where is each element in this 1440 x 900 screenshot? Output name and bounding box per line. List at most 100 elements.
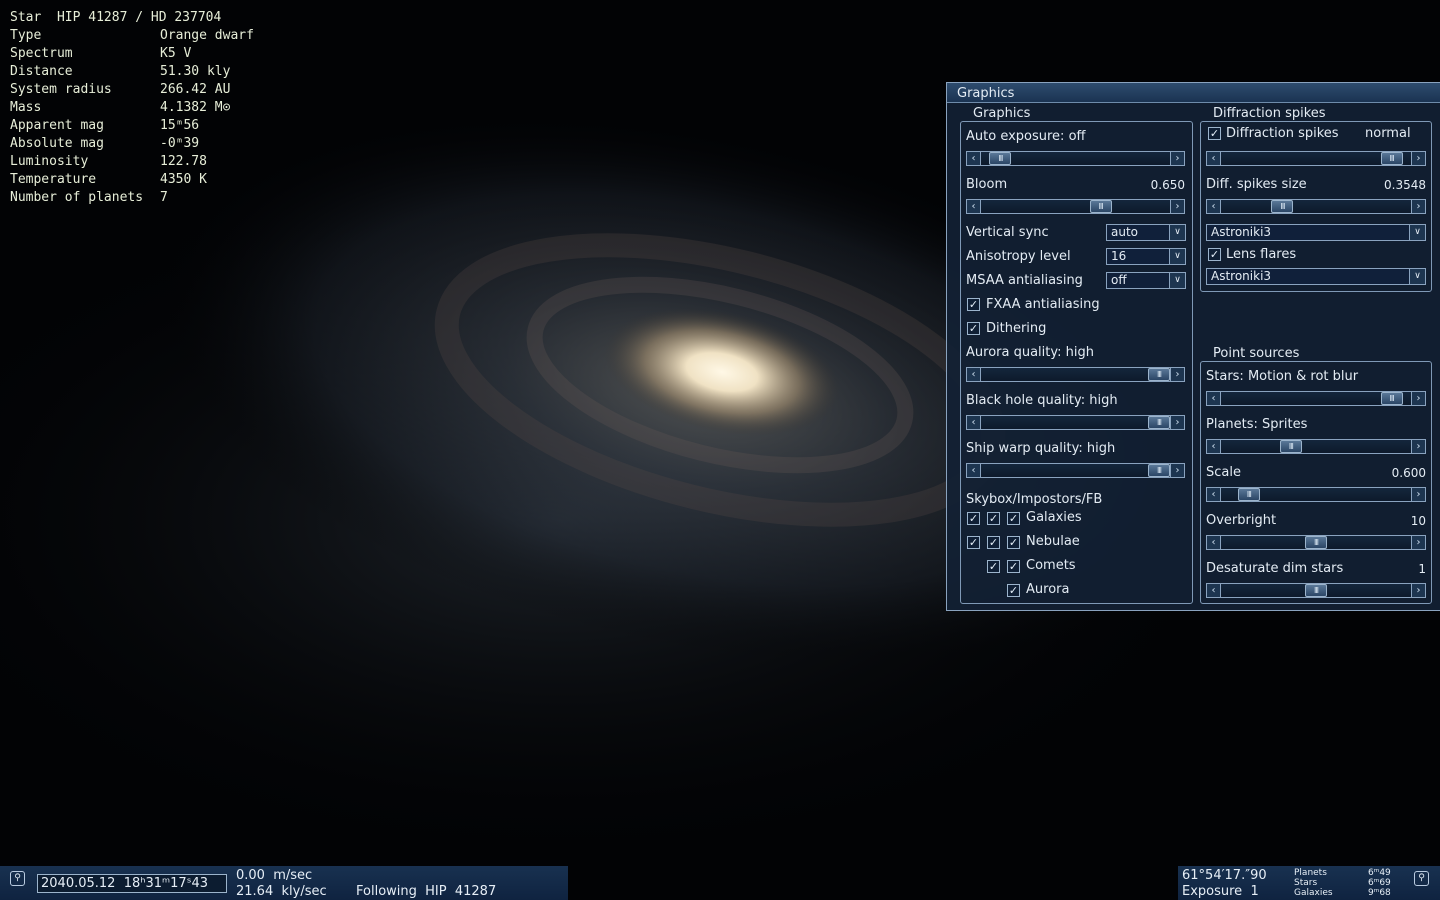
star-title: Star HIP 41287 / HD 237704 [10, 10, 222, 25]
diffraction-spikes-slider[interactable]: ‹ › III [1206, 151, 1426, 166]
black-hole-quality-slider[interactable]: ‹ › III [966, 415, 1185, 430]
comets-fb-checkbox[interactable]: ✓ [1007, 560, 1020, 573]
fov-readout: 61°54′17.″90 [1182, 868, 1267, 883]
slider-thumb[interactable]: III [1271, 200, 1294, 213]
spikes-size-label: Diff. spikes size [1206, 177, 1307, 192]
chevron-left-icon[interactable]: ‹ [966, 415, 981, 430]
slider-thumb[interactable]: III [1148, 416, 1170, 429]
chevron-right-icon[interactable]: › [1411, 583, 1426, 598]
chevron-right-icon[interactable]: › [1411, 391, 1426, 406]
chevron-left-icon[interactable]: ‹ [966, 463, 981, 478]
slider-thumb[interactable]: III [1380, 152, 1403, 165]
chevron-right-icon[interactable]: › [1170, 367, 1185, 382]
slider-thumb[interactable]: III [1237, 488, 1260, 501]
chevron-left-icon[interactable]: ‹ [1206, 151, 1221, 166]
graphics-window-title[interactable]: Graphics [947, 83, 1440, 103]
chevron-down-icon[interactable]: ∨ [1409, 269, 1425, 284]
chevron-left-icon[interactable]: ‹ [1206, 199, 1221, 214]
slider-thumb[interactable]: III [1148, 464, 1170, 477]
anisotropy-label: Anisotropy level [966, 249, 1071, 264]
diffraction-spikes-label: Diffraction spikes [1226, 126, 1339, 141]
slider-thumb[interactable]: III [1148, 368, 1170, 381]
galaxies-fb-checkbox[interactable]: ✓ [1007, 512, 1020, 525]
msaa-label: MSAA antialiasing [966, 273, 1083, 288]
nebulae-impostors-checkbox[interactable]: ✓ [987, 536, 1000, 549]
chevron-left-icon[interactable]: ‹ [1206, 439, 1221, 454]
overbright-value: 10 [1410, 514, 1426, 528]
time-status-bar: ⚲ 2040.05.12 18ʰ31ᵐ17ˢ43 0.00 m/sec 21.6… [0, 866, 568, 900]
datetime-field[interactable]: 2040.05.12 18ʰ31ᵐ17ˢ43 [37, 874, 227, 893]
chevron-down-icon[interactable]: ∨ [1169, 225, 1185, 240]
lim-value-stars: 6ᵐ69 [1368, 878, 1391, 888]
pin-icon[interactable]: ⚲ [1414, 871, 1429, 886]
info-row-planets: Number of planets 7 [10, 190, 168, 205]
chevron-right-icon[interactable]: › [1411, 487, 1426, 502]
info-row-distance: Distance 51.30 kly [10, 64, 231, 79]
spikes-texture-select[interactable]: Astroniki3 ∨ [1206, 224, 1426, 241]
msaa-select[interactable]: off ∨ [1106, 272, 1186, 289]
auto-exposure-slider[interactable]: ‹ › III [966, 151, 1185, 166]
slider-thumb[interactable]: III [1089, 200, 1112, 213]
info-row-system-radius: System radius 266.42 AU [10, 82, 231, 97]
overbright-slider[interactable]: ‹ › III [1206, 535, 1426, 550]
comets-impostors-checkbox[interactable]: ✓ [987, 560, 1000, 573]
planets-mode-slider[interactable]: ‹ › III [1206, 439, 1426, 454]
galaxies-skybox-checkbox[interactable]: ✓ [967, 512, 980, 525]
info-row-mass: Mass 4.1382 M⊙ [10, 100, 231, 115]
bloom-slider[interactable]: ‹ › III [966, 199, 1185, 214]
desaturate-value: 1 [1418, 562, 1426, 576]
chevron-left-icon[interactable]: ‹ [1206, 583, 1221, 598]
chevron-right-icon[interactable]: › [1411, 199, 1426, 214]
ship-warp-quality-slider[interactable]: ‹ › III [966, 463, 1185, 478]
chevron-left-icon[interactable]: ‹ [966, 199, 981, 214]
galaxies-label: Galaxies [1026, 510, 1082, 525]
scale-slider[interactable]: ‹ › III [1206, 487, 1426, 502]
exposure-readout: Exposure 1 [1182, 884, 1259, 899]
nebulae-fb-checkbox[interactable]: ✓ [1007, 536, 1020, 549]
chevron-left-icon[interactable]: ‹ [1206, 535, 1221, 550]
chevron-left-icon[interactable]: ‹ [1206, 391, 1221, 406]
info-row-apparent-mag: Apparent mag 15ᵐ56 [10, 118, 200, 133]
pin-icon[interactable]: ⚲ [10, 871, 25, 886]
lens-flares-checkbox[interactable]: ✓ [1208, 248, 1221, 261]
chevron-down-icon[interactable]: ∨ [1409, 225, 1425, 240]
slider-thumb[interactable]: III [1305, 584, 1327, 597]
chevron-right-icon[interactable]: › [1411, 439, 1426, 454]
chevron-right-icon[interactable]: › [1170, 199, 1185, 214]
chevron-right-icon[interactable]: › [1170, 151, 1185, 166]
slider-thumb[interactable]: III [1380, 392, 1403, 405]
chevron-right-icon[interactable]: › [1170, 415, 1185, 430]
bloom-label: Bloom [966, 177, 1008, 192]
dithering-checkbox[interactable]: ✓ [967, 322, 980, 335]
lim-label-stars: Stars [1294, 878, 1318, 888]
slider-thumb[interactable]: III [989, 152, 1012, 165]
stars-mode-slider[interactable]: ‹ › III [1206, 391, 1426, 406]
diffraction-spikes-checkbox[interactable]: ✓ [1208, 127, 1221, 140]
fxaa-checkbox[interactable]: ✓ [967, 298, 980, 311]
info-row-luminosity: Luminosity 122.78 [10, 154, 207, 169]
slider-thumb[interactable]: III [1305, 536, 1327, 549]
chevron-left-icon[interactable]: ‹ [966, 367, 981, 382]
spikes-size-slider[interactable]: ‹ › III [1206, 199, 1426, 214]
aurora-quality-slider[interactable]: ‹ › III [966, 367, 1185, 382]
scale-value: 0.600 [1391, 466, 1426, 480]
chevron-left-icon[interactable]: ‹ [1206, 487, 1221, 502]
anisotropy-select[interactable]: 16 ∨ [1106, 248, 1186, 265]
chevron-right-icon[interactable]: › [1411, 535, 1426, 550]
speed-readout: 0.00 m/sec [236, 868, 313, 883]
chevron-right-icon[interactable]: › [1411, 151, 1426, 166]
chevron-right-icon[interactable]: › [1170, 463, 1185, 478]
following-readout: Following HIP 41287 [356, 884, 497, 899]
chevron-down-icon[interactable]: ∨ [1169, 273, 1185, 288]
comets-label: Comets [1026, 558, 1076, 573]
aurora-fb-checkbox[interactable]: ✓ [1007, 584, 1020, 597]
chevron-down-icon[interactable]: ∨ [1169, 249, 1185, 264]
flares-texture-select[interactable]: Astroniki3 ∨ [1206, 268, 1426, 285]
vertical-sync-select[interactable]: auto ∨ [1106, 224, 1186, 241]
nebulae-skybox-checkbox[interactable]: ✓ [967, 536, 980, 549]
slider-thumb[interactable]: III [1279, 440, 1302, 453]
desaturate-slider[interactable]: ‹ › III [1206, 583, 1426, 598]
chevron-left-icon[interactable]: ‹ [966, 151, 981, 166]
stars-mode-label: Stars: Motion & rot blur [1206, 369, 1359, 384]
galaxies-impostors-checkbox[interactable]: ✓ [987, 512, 1000, 525]
